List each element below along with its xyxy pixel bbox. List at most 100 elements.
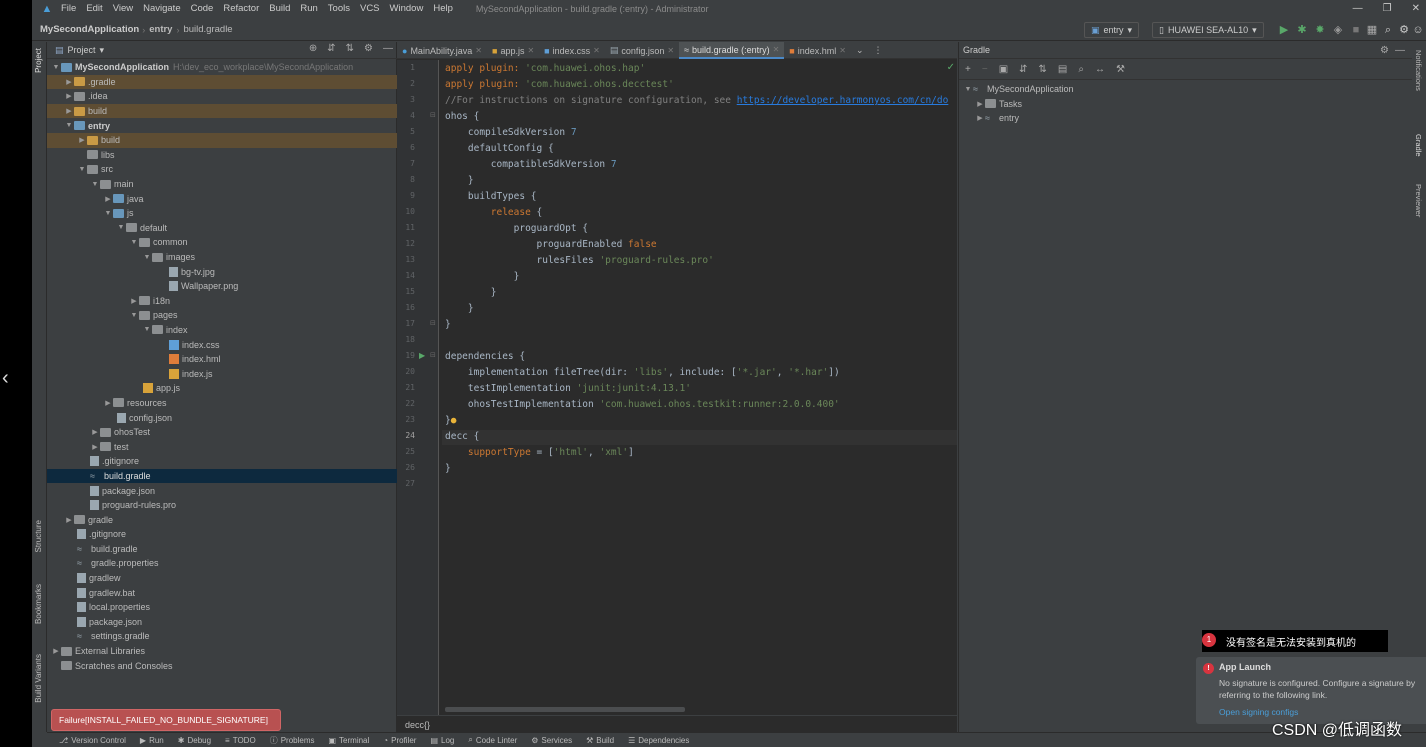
chevron-right-icon[interactable]: ▶	[103, 399, 113, 407]
menu-help[interactable]: Help	[428, 0, 458, 18]
fold-icon[interactable]: ⊟	[430, 351, 436, 359]
hide-panel-icon[interactable]: —	[383, 43, 393, 54]
options-gear-icon[interactable]: ⚙	[1380, 45, 1389, 56]
tab-more-options[interactable]: ⋮	[869, 42, 888, 59]
tree-item-selected[interactable]: ≈ build.gradle	[47, 468, 397, 484]
chevron-right-icon[interactable]: ▶	[90, 428, 100, 436]
tree-item[interactable]: ▼ index	[47, 323, 397, 338]
tree-item[interactable]: index.css	[47, 337, 397, 352]
menu-navigate[interactable]: Navigate	[138, 0, 186, 18]
tree-item[interactable]: ▼ src	[47, 162, 397, 177]
add-icon[interactable]: +	[965, 64, 971, 75]
previewer-tool-button[interactable]: Previewer	[1414, 184, 1423, 217]
gradle-tree-root[interactable]: ▼ ≈ MySecondApplication	[959, 82, 1413, 97]
problems-tool-button[interactable]: ⓘ Problems	[270, 735, 315, 746]
close-tab-icon[interactable]: ✕	[667, 46, 674, 55]
tab-config-json[interactable]: ▤ config.json ✕	[605, 42, 679, 59]
remove-icon[interactable]: −	[982, 64, 988, 75]
chevron-right-icon[interactable]: ▶	[77, 136, 87, 144]
chevron-right-icon[interactable]: ▶	[103, 195, 113, 203]
tree-item[interactable]: ▶ i18n	[47, 294, 397, 309]
collapse-all-icon[interactable]: ⇅	[1039, 64, 1047, 75]
execute-task-icon[interactable]: ▣	[999, 64, 1008, 75]
tree-item[interactable]: proguard-rules.pro	[47, 498, 397, 513]
chevron-down-icon[interactable]: ▼	[51, 64, 61, 71]
tree-root-item[interactable]: ▼ MySecondApplication H:\dev_eco_workpla…	[47, 60, 397, 75]
hide-panel-icon[interactable]: —	[1395, 45, 1405, 56]
close-tab-icon[interactable]: ✕	[773, 45, 780, 54]
run-tool-button[interactable]: ▶ Run	[140, 736, 164, 745]
tree-item[interactable]: ▶ test	[47, 439, 397, 454]
tree-item[interactable]: local.properties	[47, 600, 397, 615]
notifications-tool-button[interactable]: Notifications	[1414, 50, 1423, 91]
menu-build[interactable]: Build	[264, 0, 295, 18]
chevron-down-icon[interactable]: ▼	[142, 326, 152, 333]
menu-run[interactable]: Run	[295, 0, 322, 18]
run-icon[interactable]: ▶	[1278, 23, 1290, 37]
tree-item[interactable]: ▼ js	[47, 206, 397, 221]
expand-all-icon[interactable]: ⇵	[327, 43, 335, 54]
tree-item[interactable]: ▼ default	[47, 221, 397, 236]
tree-item[interactable]: ▶ ohosTest	[47, 425, 397, 440]
tree-item[interactable]: ▼ pages	[47, 308, 397, 323]
menu-refactor[interactable]: Refactor	[218, 0, 264, 18]
tree-item[interactable]: ▶ build	[47, 103, 397, 119]
chevron-right-icon[interactable]: ▶	[90, 443, 100, 451]
tree-item[interactable]: config.json	[47, 410, 397, 425]
account-icon[interactable]: ☺	[1412, 23, 1424, 37]
tree-item[interactable]: ▶ .idea	[47, 89, 397, 104]
log-tool-button[interactable]: ▤ Log	[430, 736, 454, 745]
tree-item[interactable]: ▼ entry	[47, 118, 397, 133]
tab-list-dropdown[interactable]: ⌄	[851, 42, 869, 59]
chevron-down-icon[interactable]: ▼	[77, 166, 87, 173]
minimize-icon[interactable]: —	[1353, 0, 1363, 18]
chevron-right-icon[interactable]: ▶	[51, 647, 61, 655]
analyze-dependencies-icon[interactable]: ⌕	[1078, 64, 1084, 75]
fold-icon[interactable]: ⊟	[430, 319, 436, 327]
chevron-right-icon[interactable]: ▶	[975, 100, 985, 108]
menu-window[interactable]: Window	[385, 0, 429, 18]
tree-item[interactable]: package.json	[47, 615, 397, 630]
dependencies-tool-button[interactable]: ☰ Dependencies	[628, 736, 689, 745]
debug-icon[interactable]: ✱	[1296, 23, 1308, 37]
tree-item[interactable]: Wallpaper.png	[47, 279, 397, 294]
chevron-right-icon[interactable]: ▶	[129, 297, 139, 305]
tree-item[interactable]: ▼ images	[47, 250, 397, 265]
tree-item[interactable]: ≈ settings.gradle	[47, 629, 397, 644]
menu-edit[interactable]: Edit	[81, 0, 107, 18]
tree-item[interactable]: ▶ build	[47, 132, 397, 148]
tree-item[interactable]: gradlew	[47, 571, 397, 586]
tree-item[interactable]: ≈ gradle.properties	[47, 556, 397, 571]
attach-debugger-icon[interactable]: ◈	[1332, 23, 1344, 37]
todo-tool-button[interactable]: ≡ TODO	[225, 736, 256, 745]
breadcrumb-file[interactable]: build.gradle	[179, 24, 236, 35]
terminal-tool-button[interactable]: ▣ Terminal	[328, 736, 369, 745]
chevron-right-icon[interactable]: ▶	[64, 516, 74, 524]
chevron-down-icon[interactable]: ▼	[129, 312, 139, 319]
breadcrumb-project[interactable]: MySecondApplication	[32, 24, 142, 35]
debug-tool-button[interactable]: ✱ Debug	[178, 736, 211, 745]
run-gutter-icon[interactable]: ▶	[419, 351, 425, 360]
chevron-down-icon[interactable]: ▼	[90, 181, 100, 188]
tree-item[interactable]: ▶ External Libraries	[47, 644, 397, 659]
tree-item[interactable]: index.hml	[47, 352, 397, 367]
lightbulb-icon[interactable]: ●	[451, 415, 457, 426]
stop-icon[interactable]: ■	[1350, 23, 1362, 37]
code-comment-link[interactable]: https://developer.harmonyos.com/cn/do	[737, 95, 949, 106]
code-area[interactable]: apply plugin: 'com.huawei.ohos.hap' appl…	[442, 60, 957, 715]
close-tab-icon[interactable]: ✕	[593, 46, 600, 55]
group-modules-icon[interactable]: ▤	[1058, 64, 1067, 75]
restore-icon[interactable]: ❐	[1383, 0, 1392, 18]
tree-item[interactable]: bg-tv.jpg	[47, 264, 397, 279]
menu-tools[interactable]: Tools	[323, 0, 355, 18]
fold-icon[interactable]: ⊟	[430, 111, 436, 119]
chevron-down-icon[interactable]: ▼	[64, 122, 74, 129]
sdk-manager-icon[interactable]: ▦	[1366, 23, 1378, 37]
search-icon[interactable]: ⌕	[1382, 23, 1394, 37]
tree-item[interactable]: ▶ gradle	[47, 512, 397, 527]
device-select[interactable]: ▯ HUAWEI SEA-AL10 ▾	[1152, 22, 1264, 38]
tree-item[interactable]: Scratches and Consoles	[47, 658, 397, 673]
chevron-right-icon[interactable]: ▶	[64, 78, 74, 86]
options-gear-icon[interactable]: ⚙	[364, 43, 373, 54]
build-variants-tool-button[interactable]: Build Variants	[34, 654, 43, 703]
